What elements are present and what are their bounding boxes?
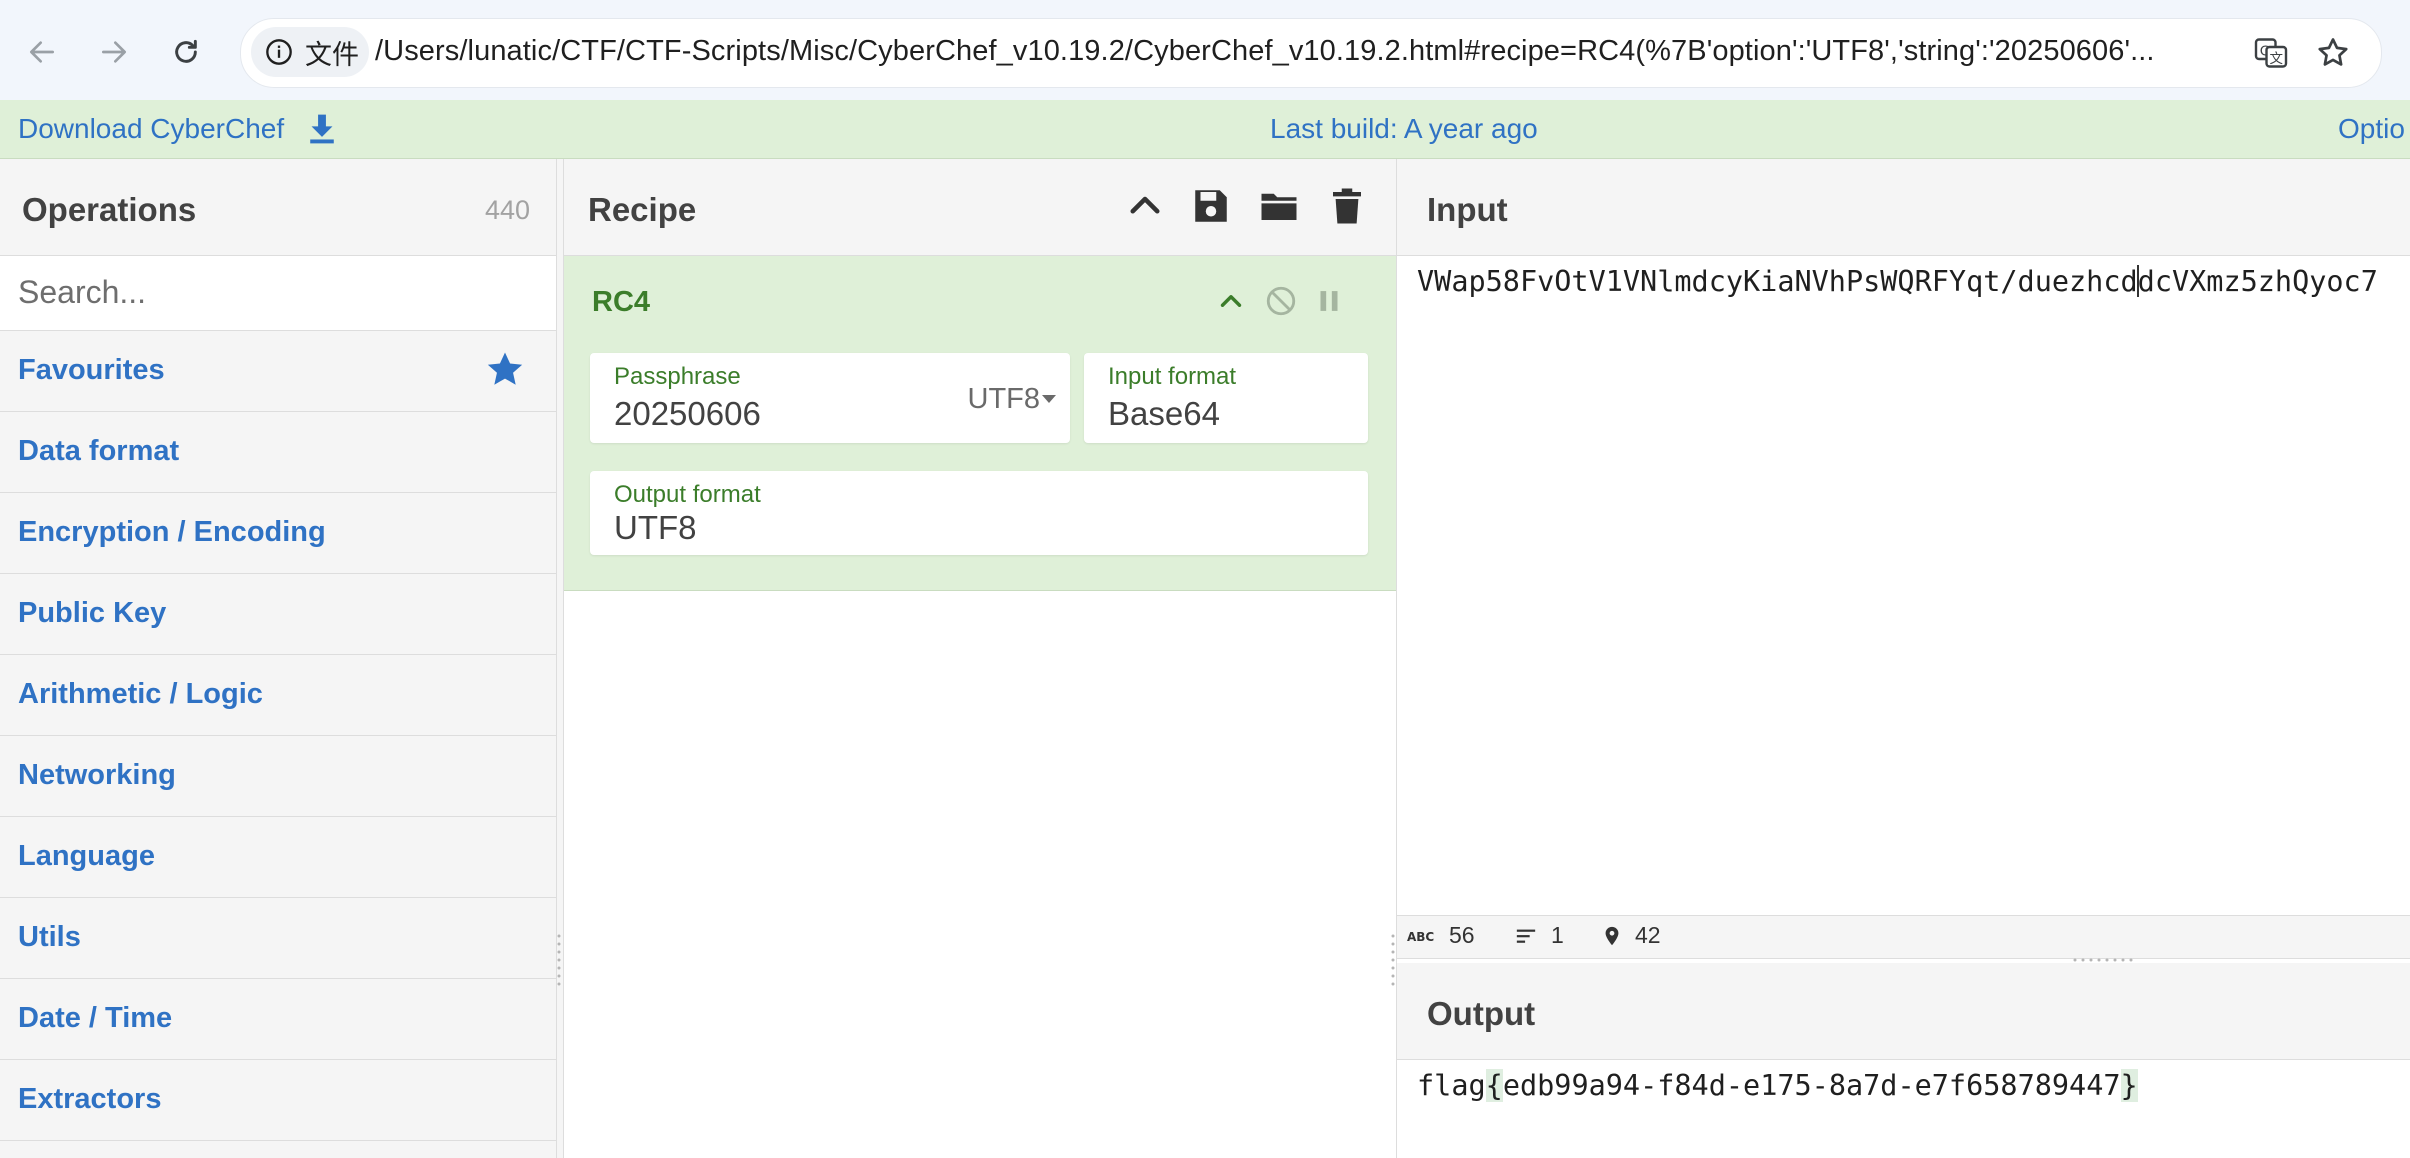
recipe-title: Recipe <box>588 191 697 228</box>
length-stat: ABC 56 <box>1407 922 1475 949</box>
resize-handle-icon[interactable] <box>1390 930 1396 990</box>
lines-value: 1 <box>1551 922 1564 948</box>
translate-icon[interactable]: G文 <box>2253 35 2289 71</box>
category-label: Networking <box>18 759 176 791</box>
chevron-up-icon[interactable] <box>1124 185 1166 227</box>
svg-text:文: 文 <box>2270 51 2284 67</box>
reload-icon <box>175 39 197 63</box>
category-label: Favourites <box>18 354 165 386</box>
info-icon <box>266 39 292 65</box>
category-utils[interactable]: Utils <box>0 898 556 979</box>
position-value: 42 <box>1635 922 1661 948</box>
passphrase-value[interactable]: 20250606 <box>614 395 761 433</box>
lines-stat: 1 <box>1513 922 1564 949</box>
input-title: Input <box>1427 191 1508 228</box>
url-text[interactable]: /Users/lunatic/CTF/CTF-Scripts/Misc/Cybe… <box>375 35 2255 68</box>
operations-title: Operations <box>22 191 197 228</box>
output-close-brace: } <box>2120 1069 2138 1102</box>
trash-icon[interactable] <box>1326 185 1368 227</box>
output-format-field[interactable]: Output format UTF8 <box>590 471 1368 555</box>
output-header: Output <box>1397 963 2410 1060</box>
passphrase-field[interactable]: Passphrase 20250606 UTF8 <box>590 353 1070 443</box>
output-prefix: flag <box>1417 1069 1486 1102</box>
operations-panel: Operations 440 Favourites Data format En… <box>0 159 557 1158</box>
category-extractors[interactable]: Extractors <box>0 1060 556 1141</box>
lines-icon <box>1516 929 1536 943</box>
category-data-format[interactable]: Data format <box>0 412 556 493</box>
category-date-time[interactable]: Date / Time <box>0 979 556 1060</box>
operations-header: Operations 440 <box>0 159 556 256</box>
back-button[interactable] <box>20 30 64 74</box>
category-label: Utils <box>18 921 81 953</box>
length-value: 56 <box>1449 922 1475 948</box>
input-textarea[interactable]: VWap58FvOtV1VNlmdcyKiaNVhPsWQRFYqt/duezh… <box>1417 265 2378 298</box>
address-bar[interactable]: 文件 /Users/lunatic/CTF/CTF-Scripts/Misc/C… <box>240 18 2382 88</box>
input-text-before-caret: VWap58FvOtV1VNlmdcyKiaNVhPsWQRFYqt/duezh… <box>1417 265 2138 298</box>
category-language[interactable]: Language <box>0 817 556 898</box>
category-label: Date / Time <box>18 1002 173 1034</box>
search-box <box>0 256 556 331</box>
last-build-text: Last build: A year ago <box>1270 113 1538 144</box>
category-label: Data format <box>18 435 180 467</box>
star-icon <box>487 352 523 385</box>
download-cyberchef-link[interactable]: Download CyberChef <box>18 113 284 145</box>
bookmark-star-icon[interactable] <box>2315 35 2351 71</box>
folder-icon[interactable] <box>1258 185 1300 227</box>
recipe-panel: Recipe RC4 Passphrase 20250606 UTF8 Inpu… <box>564 159 1397 1158</box>
category-encryption-encoding[interactable]: Encryption / Encoding <box>0 493 556 574</box>
category-label: Encryption / Encoding <box>18 516 326 548</box>
output-format-label: Output format <box>614 481 761 508</box>
output-text[interactable]: flag{edb99a94-f84d-e175-8a7d-e7f65878944… <box>1417 1069 2138 1102</box>
category-label: Extractors <box>18 1083 162 1115</box>
category-label: Public Key <box>18 597 167 629</box>
column-divider[interactable] <box>557 159 564 1158</box>
category-public-key[interactable]: Public Key <box>0 574 556 655</box>
arrow-left-icon <box>30 41 54 63</box>
search-input[interactable] <box>0 256 538 328</box>
options-link[interactable]: Optio <box>2338 113 2405 145</box>
output-body: edb99a94-f84d-e175-8a7d-e7f658789447 <box>1502 1069 2121 1102</box>
input-format-label: Input format <box>1108 363 1237 390</box>
operations-count: 440 <box>484 195 530 225</box>
browser-toolbar: 文件 /Users/lunatic/CTF/CTF-Scripts/Misc/C… <box>0 0 2410 101</box>
site-info-chip[interactable]: 文件 <box>251 27 369 77</box>
passphrase-encoding-dropdown[interactable]: UTF8 <box>968 383 1041 416</box>
input-format-value[interactable]: Base64 <box>1108 395 1220 433</box>
category-networking[interactable]: Networking <box>0 736 556 817</box>
caret-down-icon <box>1042 395 1056 403</box>
reload-button[interactable] <box>164 30 208 74</box>
site-chip-label: 文件 <box>305 39 359 70</box>
rc4-operation-card[interactable]: RC4 Passphrase 20250606 UTF8 Input forma… <box>564 256 1396 591</box>
output-open-brace: { <box>1485 1069 1503 1102</box>
disable-icon[interactable] <box>1264 284 1298 318</box>
forward-button[interactable] <box>92 30 136 74</box>
category-arithmetic-logic[interactable]: Arithmetic / Logic <box>0 655 556 736</box>
top-banner: Download CyberChef Last build: A year ag… <box>0 100 2410 159</box>
recipe-header: Recipe <box>564 159 1396 256</box>
location-pin-icon <box>1605 926 1619 945</box>
chevron-up-icon[interactable] <box>1214 284 1248 318</box>
svg-text:ABC: ABC <box>1407 930 1434 943</box>
input-text-after-caret: dcVXmz5zhQyoc7 <box>2137 265 2378 298</box>
category-list: Favourites Data format Encryption / Enco… <box>0 331 556 1141</box>
arrow-right-icon <box>102 41 126 63</box>
input-header: Input <box>1397 159 2410 256</box>
input-format-field[interactable]: Input format Base64 <box>1084 353 1368 443</box>
save-icon[interactable] <box>1190 185 1232 227</box>
output-format-value[interactable]: UTF8 <box>614 509 697 547</box>
category-label: Arithmetic / Logic <box>18 678 263 710</box>
operation-name: RC4 <box>592 286 651 318</box>
pause-icon[interactable] <box>1312 284 1346 318</box>
category-label: Language <box>18 840 155 872</box>
resize-handle-icon[interactable] <box>556 930 562 990</box>
output-title: Output <box>1427 995 1536 1032</box>
download-icon[interactable] <box>306 112 338 146</box>
passphrase-label: Passphrase <box>614 363 741 390</box>
io-panel: Input VWap58FvOtV1VNlmdcyKiaNVhPsWQRFYqt… <box>1397 159 2410 1158</box>
position-stat: 42 <box>1601 922 1661 949</box>
input-status-bar: ABC 56 1 42 <box>1397 915 2410 959</box>
category-favourites[interactable]: Favourites <box>0 331 556 412</box>
abc-icon: ABC <box>1407 930 1434 943</box>
